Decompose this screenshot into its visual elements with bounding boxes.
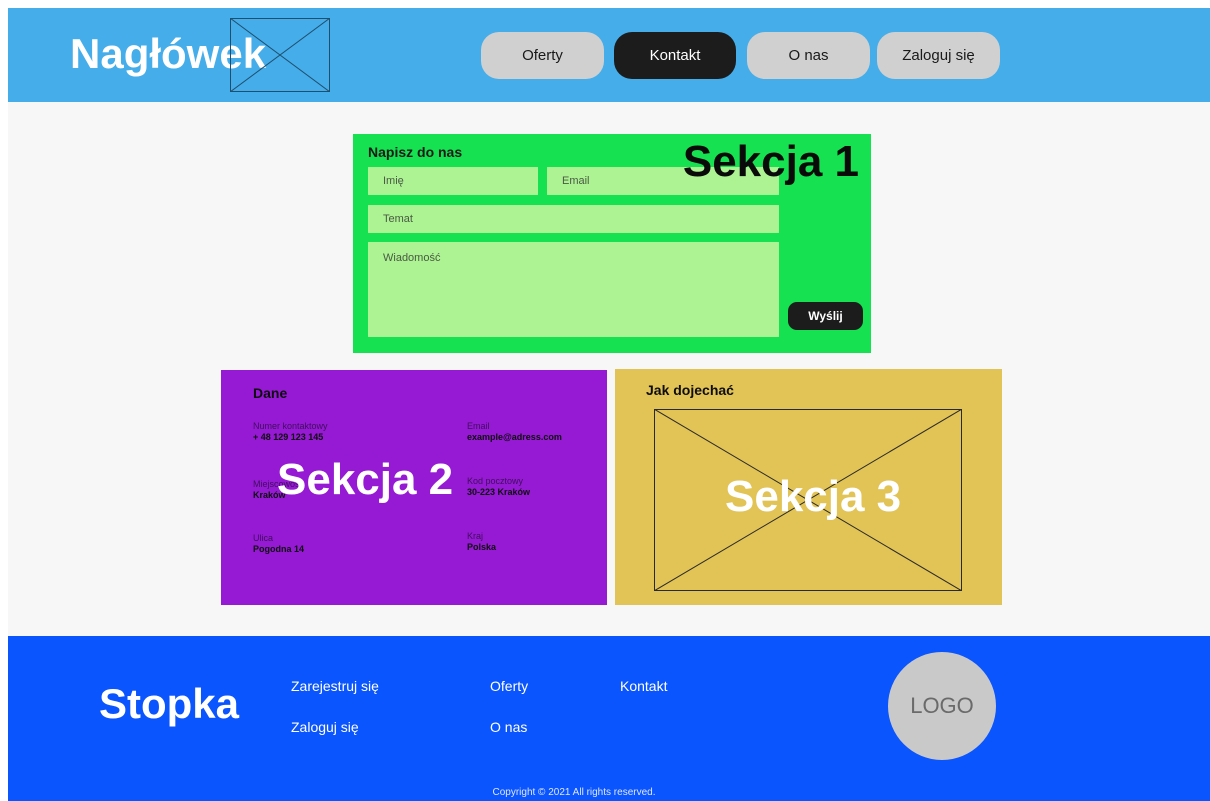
footer-link-login[interactable]: Zaloguj się bbox=[291, 719, 359, 735]
country-info: Kraj Polska bbox=[467, 531, 496, 553]
header: Nagłówek Oferty Kontakt O nas Zaloguj si… bbox=[8, 8, 1210, 102]
nav-zaloguj-button[interactable]: Zaloguj się bbox=[877, 32, 1000, 79]
footer-link-kontakt[interactable]: Kontakt bbox=[620, 678, 667, 694]
contact-details-section: Dane Numer kontaktowy + 48 129 123 145 E… bbox=[221, 370, 607, 605]
email-label: Email bbox=[467, 421, 490, 431]
subject-input[interactable] bbox=[368, 205, 779, 233]
country-label: Kraj bbox=[467, 531, 484, 541]
message-textarea[interactable] bbox=[368, 242, 779, 337]
footer: Stopka Zarejestruj się Zaloguj się Ofert… bbox=[8, 636, 1210, 801]
postal-info: Kod pocztowy 30-223 Kraków bbox=[467, 476, 530, 498]
name-input[interactable] bbox=[368, 167, 538, 195]
directions-heading: Jak dojechać bbox=[646, 382, 734, 398]
city-info: Miejscowość Kraków bbox=[253, 479, 304, 501]
footer-link-oferty[interactable]: Oferty bbox=[490, 678, 528, 694]
phone-label: Numer kontaktowy bbox=[253, 421, 328, 431]
email-info: Email example@adress.com bbox=[467, 421, 562, 443]
footer-logo: LOGO bbox=[888, 652, 996, 760]
nav-o-nas-button[interactable]: O nas bbox=[747, 32, 870, 79]
footer-link-o-nas[interactable]: O nas bbox=[490, 719, 527, 735]
email-input[interactable] bbox=[547, 167, 779, 195]
footer-title: Stopka bbox=[99, 680, 240, 727]
postal-value: 30-223 Kraków bbox=[467, 487, 531, 497]
contact-details-heading: Dane bbox=[253, 385, 288, 401]
footer-link-register[interactable]: Zarejestruj się bbox=[291, 678, 379, 694]
page: Nagłówek Oferty Kontakt O nas Zaloguj si… bbox=[8, 8, 1210, 801]
map-placeholder-icon bbox=[654, 409, 962, 591]
nav-kontakt-button[interactable]: Kontakt bbox=[614, 32, 736, 79]
contact-form-section: Napisz do nas Wyślij Sekcja 1 bbox=[353, 134, 871, 353]
copyright-text: Copyright © 2021 All rights reserved. bbox=[492, 787, 656, 798]
nav-oferty-button[interactable]: Oferty bbox=[481, 32, 604, 79]
directions-section: Jak dojechać Sekcja 3 bbox=[615, 369, 1002, 605]
phone-info: Numer kontaktowy + 48 129 123 145 bbox=[253, 421, 328, 443]
city-label: Miejscowość bbox=[253, 479, 305, 489]
phone-value: + 48 129 123 145 bbox=[253, 432, 324, 442]
country-value: Polska bbox=[467, 542, 497, 552]
street-info: Ulica Pogodna 14 bbox=[253, 533, 304, 555]
contact-form-heading: Napisz do nas bbox=[368, 144, 463, 160]
postal-label: Kod pocztowy bbox=[467, 476, 524, 486]
street-value: Pogodna 14 bbox=[253, 544, 305, 554]
street-label: Ulica bbox=[253, 533, 274, 543]
send-button[interactable]: Wyślij bbox=[788, 302, 863, 330]
city-value: Kraków bbox=[253, 490, 286, 500]
main-nav: Oferty Kontakt O nas Zaloguj się bbox=[8, 32, 1210, 79]
email-value: example@adress.com bbox=[467, 432, 562, 442]
